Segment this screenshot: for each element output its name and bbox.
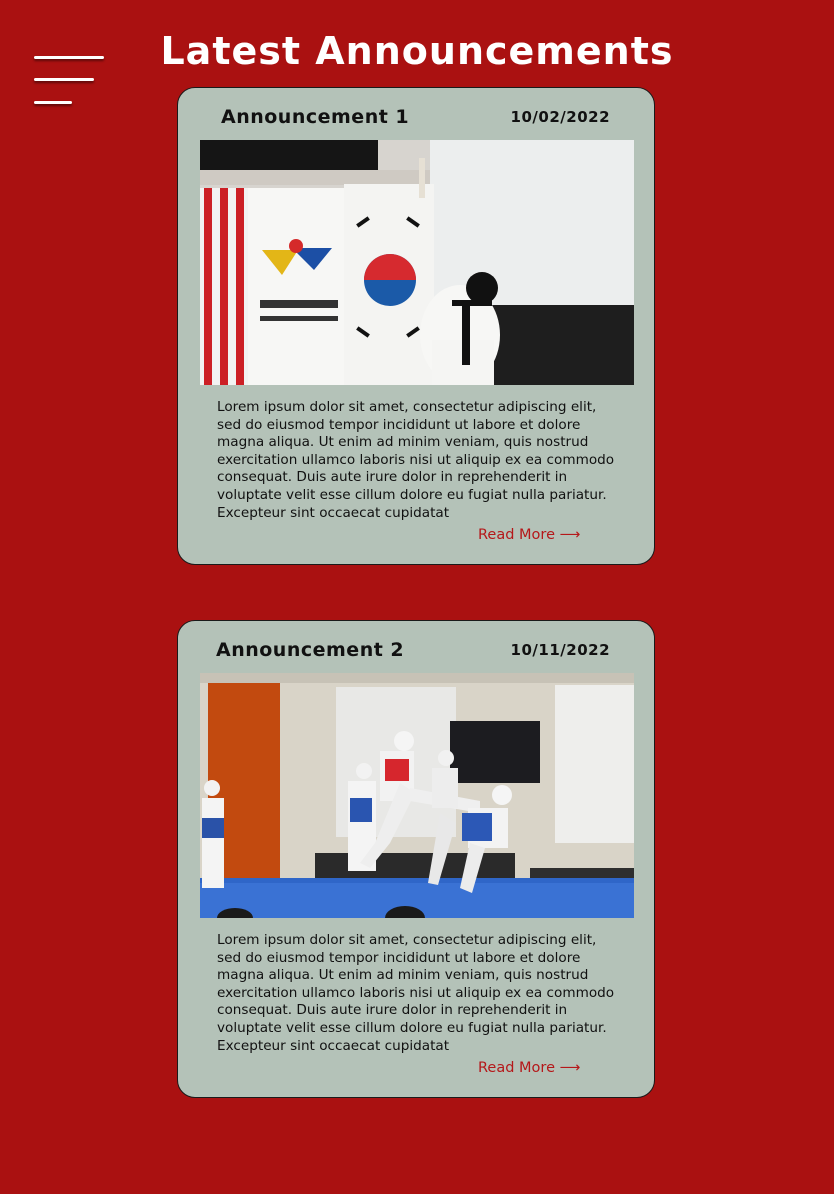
announcement-title: Announcement 1 [221,106,410,128]
announcement-date: 10/11/2022 [510,641,610,659]
read-more-link[interactable]: Read More ⟶ [478,1060,580,1076]
announcement-card: Announcement 1 10/02/2022 Lorem ipsum do… [177,87,655,565]
page-title: Latest Announcements [160,29,674,74]
hamburger-menu-icon-bar-3 [34,101,72,104]
announcement-card: Announcement 2 10/11/2022 Lorem ipsum do… [177,620,655,1098]
announcement-image [200,140,634,385]
hamburger-menu-icon [34,56,104,59]
announcement-image [200,673,634,918]
read-more-link[interactable]: Read More ⟶ [478,527,580,543]
announcement-title: Announcement 2 [216,639,405,661]
announcement-body: Lorem ipsum dolor sit amet, consectetur … [217,932,615,1054]
announcement-date: 10/02/2022 [510,108,610,126]
hamburger-menu-icon-bar-2 [34,78,94,81]
hamburger-menu-button[interactable] [34,56,106,108]
announcement-body: Lorem ipsum dolor sit amet, consectetur … [217,399,615,521]
